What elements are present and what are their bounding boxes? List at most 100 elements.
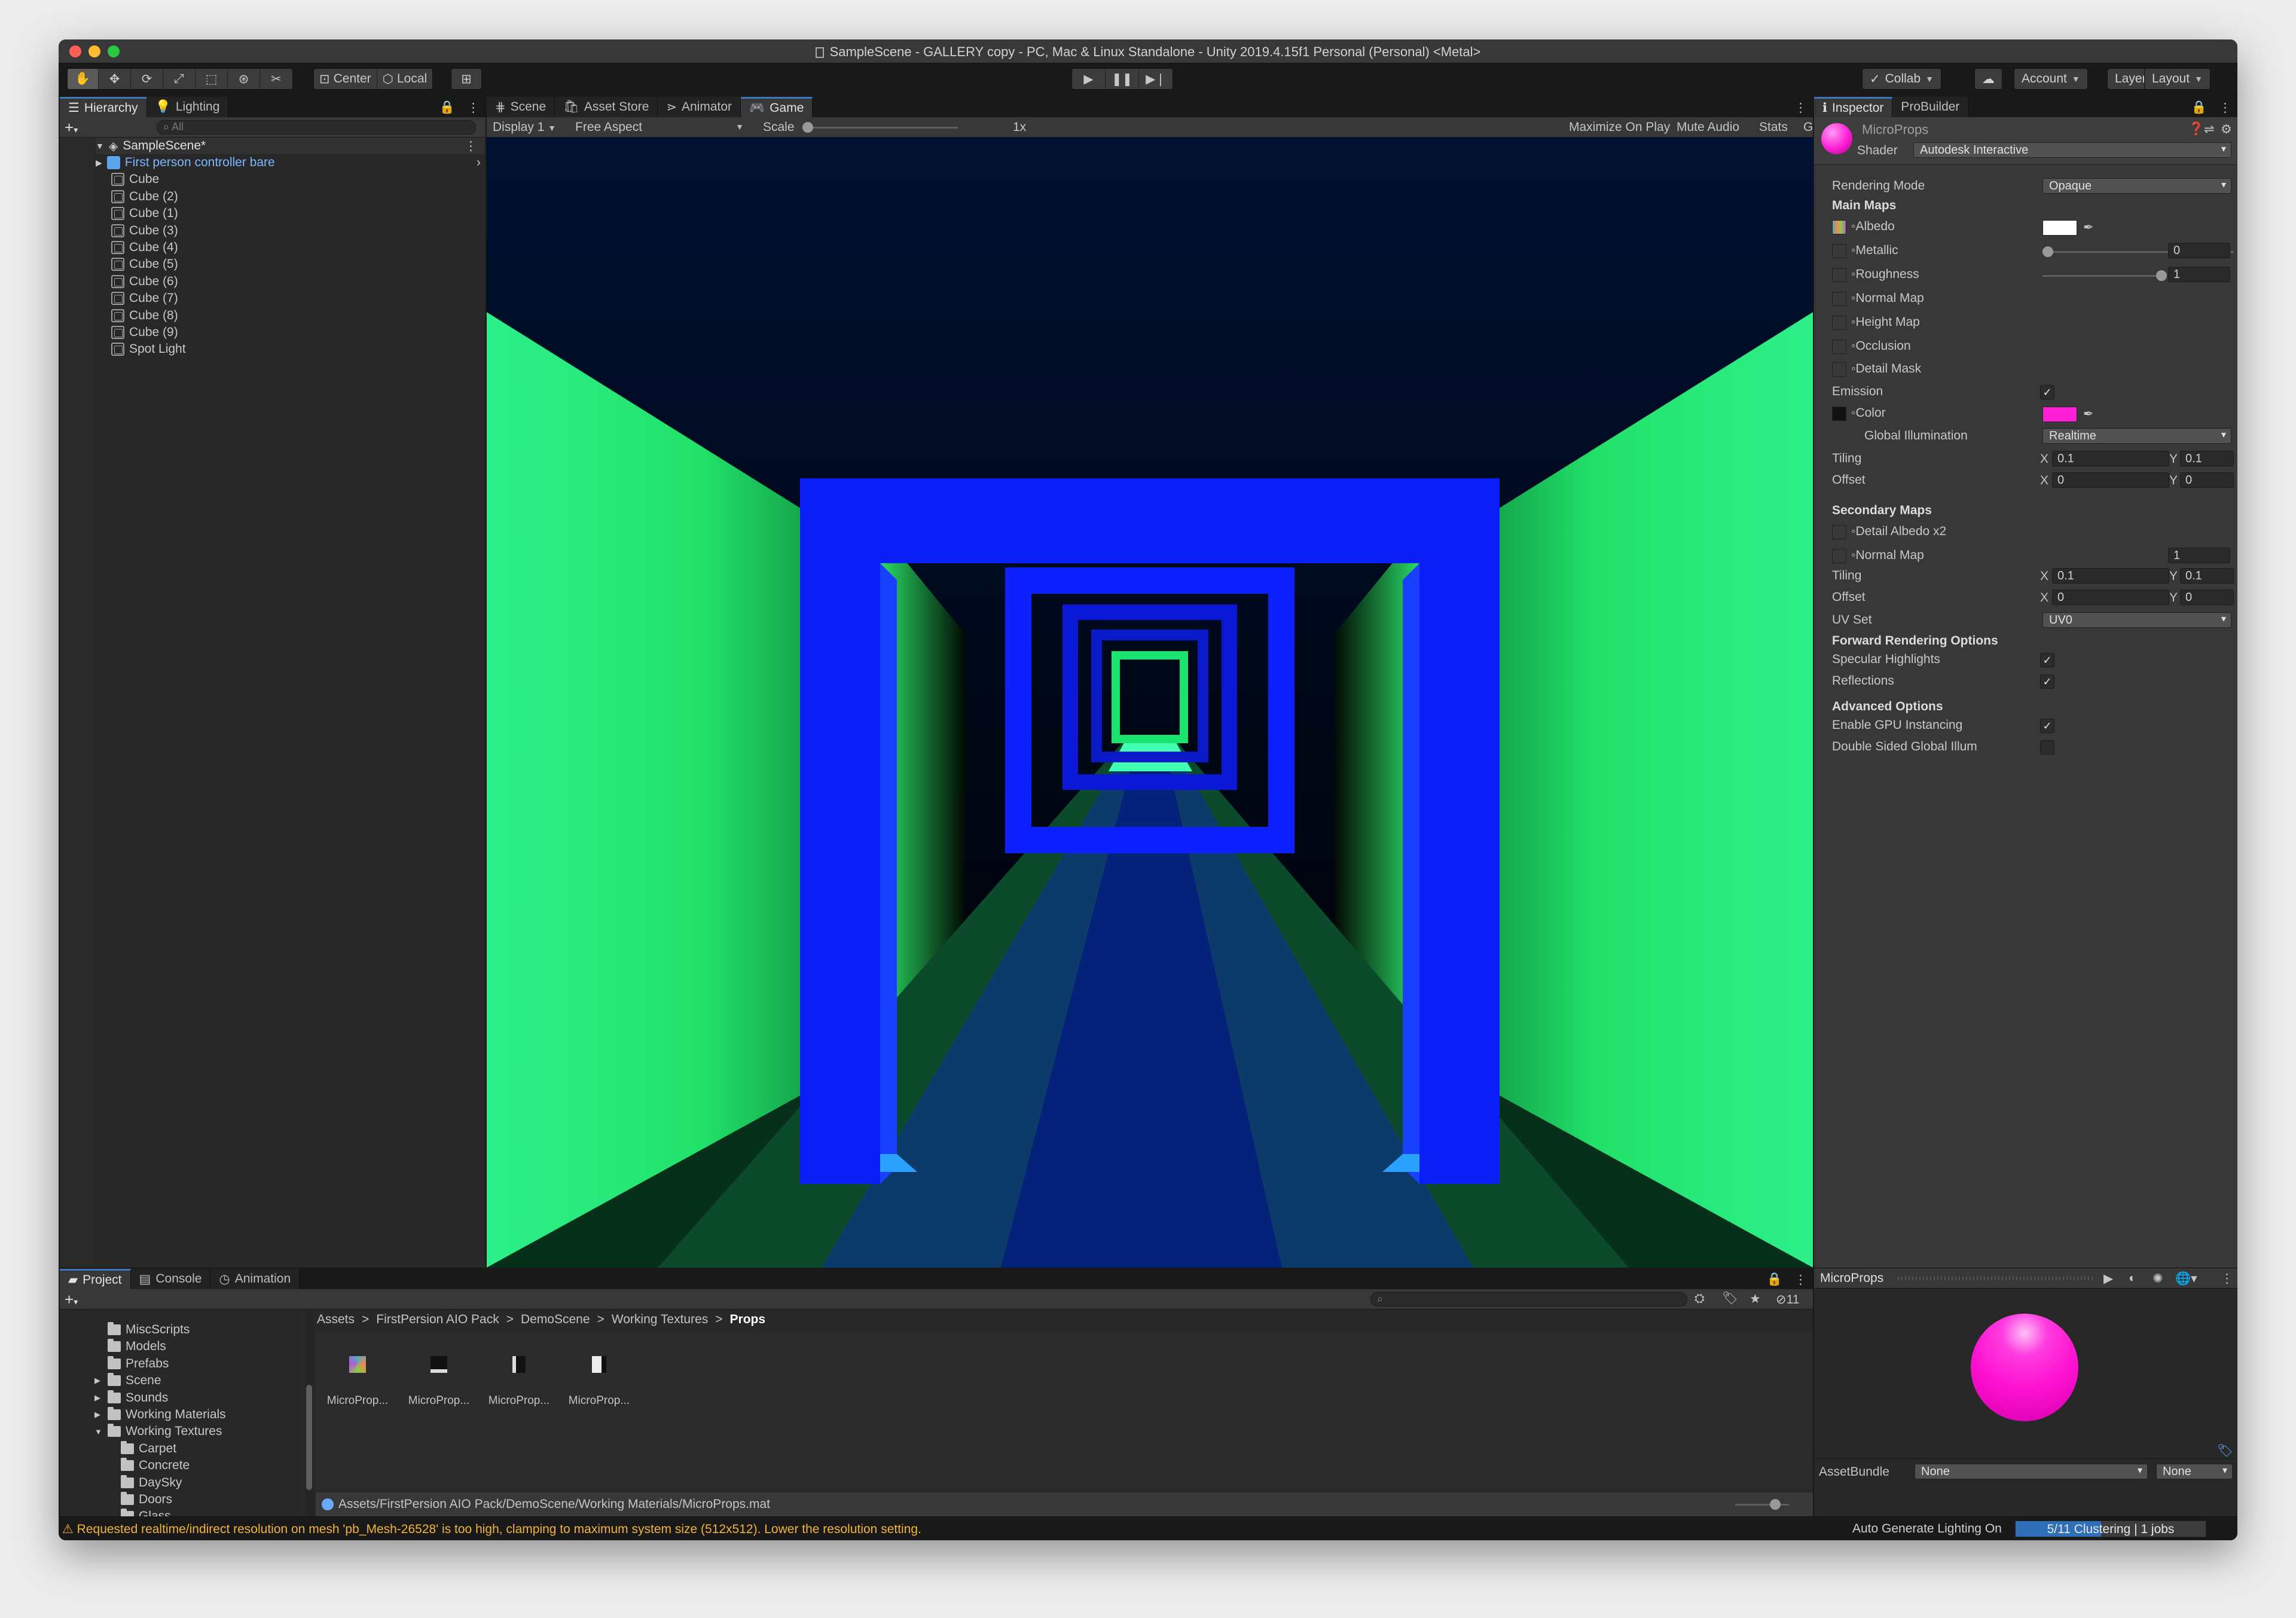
pause-button[interactable]: ❚❚ — [1106, 69, 1139, 89]
hidden-packages-toggle[interactable]: ⊘11 — [1776, 1292, 1799, 1307]
stats-toggle[interactable]: Stats — [1759, 120, 1788, 135]
display-dropdown[interactable]: Display 1 ▼ — [493, 120, 556, 135]
eyedropper-icon[interactable]: ✒ — [2083, 220, 2094, 235]
asset-tile[interactable]: MicroProp... — [397, 1356, 481, 1408]
double-sided-gi-checkbox[interactable] — [2040, 740, 2054, 755]
aspect-dropdown[interactable]: Free Aspect ▼ — [575, 120, 747, 135]
lighting-progress-bar[interactable]: 5/11 Clustering | 1 jobs — [2015, 1521, 2206, 1537]
folder-item[interactable]: DaySky — [121, 1474, 305, 1491]
search-by-label-icon[interactable]: 🏷 — [1722, 1292, 1738, 1306]
sphere-preview-icon[interactable]: ◐ — [2129, 1271, 2136, 1286]
tab-animator[interactable]: ⋗ Animator — [658, 97, 741, 117]
tab-hierarchy[interactable]: ☰ Hierarchy — [60, 97, 147, 117]
tab-inspector[interactable]: ℹ Inspector — [1814, 97, 1893, 117]
roughness-slider-handle[interactable] — [2156, 270, 2167, 281]
eyedropper-icon[interactable]: ✒ — [2083, 407, 2094, 422]
hierarchy-item[interactable]: Cube (9) — [111, 324, 482, 341]
scrollbar-thumb[interactable] — [306, 1385, 312, 1490]
move-tool-button[interactable]: ✥ — [99, 69, 131, 89]
kebab-menu-icon[interactable]: ⋮ — [1788, 1269, 1813, 1289]
shader-dropdown[interactable]: Autodesk Interactive — [1913, 142, 2231, 158]
scale-tool-button[interactable]: ⤢ — [163, 69, 196, 89]
folder-item[interactable]: ▼ Working Textures — [94, 1423, 305, 1440]
hierarchy-item[interactable]: Cube (7) — [111, 290, 482, 307]
main-tiling-x-field[interactable]: 0.1 — [2052, 451, 2169, 466]
game-viewport[interactable] — [487, 138, 1813, 1268]
lock-icon[interactable]: 🔒 — [2185, 97, 2213, 117]
roughness-slider[interactable] — [2042, 270, 2167, 281]
expand-arrow-icon[interactable]: ▶ — [94, 1410, 103, 1419]
folder-item[interactable]: Models — [108, 1338, 305, 1355]
pivot-center-button[interactable]: ⊡ Center — [314, 69, 377, 89]
hierarchy-item[interactable]: Cube (2) — [111, 188, 482, 205]
emission-texture-slot[interactable] — [1832, 407, 1846, 421]
hierarchy-item[interactable]: Cube — [111, 171, 482, 188]
folder-item[interactable]: Doors — [121, 1491, 305, 1508]
folder-item[interactable]: Concrete — [121, 1457, 305, 1474]
folder-item[interactable]: Glass — [121, 1508, 305, 1516]
lock-icon[interactable]: 🔒 — [433, 97, 461, 117]
breadcrumb-firstperson[interactable]: FirstPersion AIO Pack — [376, 1312, 499, 1327]
hierarchy-item-prefab[interactable]: ▶ First person controller bare › — [96, 154, 482, 171]
albedo-color-swatch[interactable] — [2042, 220, 2077, 236]
secondary-tiling-y-field[interactable]: 0.1 — [2180, 568, 2234, 584]
hierarchy-item[interactable]: Cube (1) — [111, 205, 482, 222]
material-preview-sphere[interactable] — [1971, 1314, 2078, 1421]
metallic-texture-slot[interactable] — [1832, 244, 1846, 258]
tab-lighting[interactable]: 💡 Lighting — [146, 97, 229, 117]
hierarchy-item[interactable]: Cube (8) — [111, 307, 482, 324]
play-button[interactable]: ▶ — [1072, 69, 1106, 89]
auto-generate-lighting-label[interactable]: Auto Generate Lighting On — [1852, 1522, 2002, 1536]
occlusion-texture-slot[interactable] — [1832, 340, 1846, 354]
project-search-field[interactable]: ⌕ — [1370, 1292, 1687, 1306]
expand-arrow-icon[interactable]: ▶ — [96, 158, 102, 168]
assetbundle-dropdown[interactable]: None — [1915, 1464, 2148, 1479]
account-dropdown[interactable]: Account ▼ — [2014, 68, 2088, 90]
scale-slider[interactable] — [802, 122, 958, 133]
tab-asset-store[interactable]: 🛍 Asset Store — [555, 97, 658, 117]
tab-console[interactable]: ▤ Console — [130, 1269, 211, 1289]
uv-set-dropdown[interactable]: UV0 — [2042, 612, 2231, 628]
tab-animation[interactable]: ◷ Animation — [210, 1269, 300, 1289]
light-preview-icon[interactable]: ✺ — [2152, 1271, 2163, 1286]
search-by-type-icon[interactable]: ⛭ — [1694, 1292, 1705, 1306]
assetbundle-variant-dropdown[interactable]: None — [2156, 1464, 2233, 1479]
breadcrumb-props[interactable]: Props — [730, 1312, 766, 1327]
roughness-value-field[interactable]: 1 — [2168, 267, 2230, 282]
expand-arrow-icon[interactable]: ▶ — [94, 1376, 103, 1385]
reflections-checkbox[interactable]: ✓ — [2040, 674, 2054, 689]
emission-color-swatch[interactable] — [2042, 407, 2077, 422]
kebab-menu-icon[interactable]: ⋮ — [461, 97, 486, 117]
folder-item[interactable]: ▶ Scene — [94, 1372, 305, 1389]
pivot-local-button[interactable]: ⬡ Local — [377, 69, 433, 89]
collab-dropdown[interactable]: ✓ Collab ▼ — [1862, 68, 1942, 90]
secondary-normal-value-field[interactable]: 1 — [2168, 548, 2230, 563]
icon-size-slider[interactable] — [1735, 1499, 1789, 1510]
transform-tool-button[interactable]: ⊛ — [228, 69, 260, 89]
icon-size-slider-handle[interactable] — [1770, 1499, 1781, 1510]
asset-tile[interactable]: MicroProp... — [316, 1356, 399, 1408]
grid-snap-toggle[interactable]: ⊞ — [451, 68, 482, 90]
kebab-menu-icon[interactable]: ⋮ — [1788, 97, 1813, 117]
create-asset-button[interactable]: +▾ — [65, 1290, 78, 1309]
normal-map-texture-slot[interactable] — [1832, 292, 1846, 306]
custom-tool-button[interactable]: ✂ — [260, 69, 292, 89]
gizmos-dropdown[interactable]: Gizmos — [1803, 120, 1813, 135]
kebab-menu-icon[interactable]: ⋮ — [2213, 97, 2237, 117]
hierarchy-item[interactable]: Cube (5) — [111, 256, 482, 273]
status-warning-message[interactable]: ⚠ Requested realtime/indirect resolution… — [62, 1522, 921, 1537]
secondary-normal-texture-slot[interactable] — [1832, 549, 1846, 563]
specular-highlights-checkbox[interactable]: ✓ — [2040, 653, 2054, 667]
scale-slider-handle[interactable] — [802, 122, 813, 133]
step-button[interactable]: ▶❘ — [1139, 69, 1173, 89]
albedo-texture-slot[interactable] — [1832, 220, 1846, 234]
hierarchy-search-field[interactable]: ⌕ All — [157, 120, 476, 135]
main-tiling-y-field[interactable]: 0.1 — [2180, 451, 2234, 466]
layout-dropdown[interactable]: Layout ▼ — [2144, 68, 2210, 90]
folder-tree-scrollbar[interactable] — [305, 1309, 313, 1516]
help-icon[interactable]: ❓ — [2188, 122, 2204, 136]
roughness-texture-slot[interactable] — [1832, 268, 1846, 282]
main-offset-x-field[interactable]: 0 — [2052, 472, 2169, 488]
secondary-tiling-x-field[interactable]: 0.1 — [2052, 568, 2169, 584]
breadcrumb-working-textures[interactable]: Working Textures — [612, 1312, 708, 1327]
